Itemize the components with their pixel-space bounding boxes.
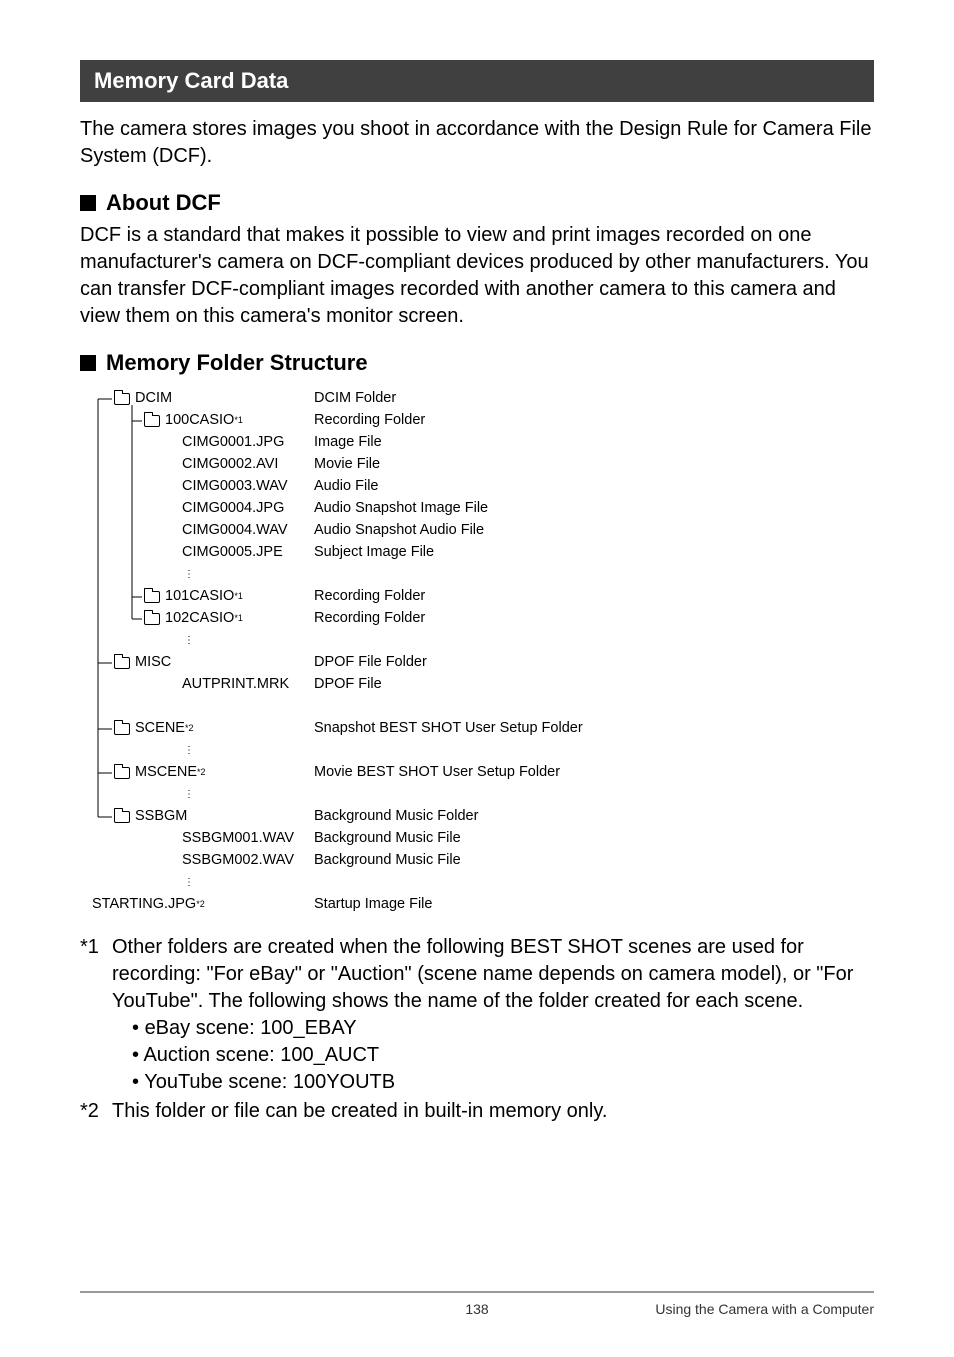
tree-item-desc: DPOF File [314, 674, 874, 696]
footnote-1: *1 Other folders are created when the fo… [80, 934, 874, 1096]
tree-item-desc: Startup Image File [314, 894, 874, 916]
tree-item-desc: Audio File [314, 476, 874, 498]
tree-vdots: ⋮ [84, 784, 874, 806]
folder-icon [144, 591, 160, 603]
footer-chapter-title: Using the Camera with a Computer [655, 1301, 874, 1317]
tree-row: CIMG0004.WAV Audio Snapshot Audio File [84, 520, 874, 542]
folder-icon [114, 723, 130, 735]
tree-row: CIMG0002.AVI Movie File [84, 454, 874, 476]
about-dcf-label: About DCF [106, 190, 221, 216]
tree-item-name: STARTING.JPG [92, 894, 196, 916]
tree-row: SSBGM002.WAV Background Music File [84, 850, 874, 872]
intro-paragraph: The camera stores images you shoot in ac… [80, 116, 874, 170]
tree-row: 101CASIO *1 Recording Folder [84, 586, 874, 608]
tree-row: CIMG0003.WAV Audio File [84, 476, 874, 498]
tree-item-desc: DCIM Folder [314, 388, 874, 410]
tree-item-name: CIMG0003.WAV [182, 476, 288, 498]
tree-item-desc: Movie File [314, 454, 874, 476]
footnote-1-bullet: Auction scene: 100_AUCT [112, 1042, 874, 1069]
folder-structure-label: Memory Folder Structure [106, 350, 368, 376]
tree-item-desc: Recording Folder [314, 586, 874, 608]
folder-icon [114, 393, 130, 405]
tree-item-desc: Snapshot BEST SHOT User Setup Folder [314, 718, 874, 740]
folder-icon [114, 767, 130, 779]
tree-row: CIMG0004.JPG Audio Snapshot Image File [84, 498, 874, 520]
tree-item-name: CIMG0004.JPG [182, 498, 284, 520]
square-bullet-icon [80, 195, 96, 211]
footnote-2-marker: *2 [80, 1098, 112, 1125]
footnote-2: *2 This folder or file can be created in… [80, 1098, 874, 1125]
tree-item-desc: Recording Folder [314, 608, 874, 630]
about-dcf-heading: About DCF [80, 190, 874, 216]
tree-row: AUTPRINT.MRK DPOF File [84, 674, 874, 696]
tree-item-name: 101CASIO [165, 586, 234, 608]
footnote-1-text: Other folders are created when the follo… [112, 934, 874, 1015]
tree-item-name: 102CASIO [165, 608, 234, 630]
tree-item-desc: Movie BEST SHOT User Setup Folder [314, 762, 874, 784]
tree-item-name: SSBGM [135, 806, 187, 828]
tree-item-name: MSCENE [135, 762, 197, 784]
tree-vdots: ⋮ [84, 740, 874, 762]
tree-item-desc: Subject Image File [314, 542, 874, 564]
tree-row: SSBGM Background Music Folder [84, 806, 874, 828]
tree-row: MSCENE *2 Movie BEST SHOT User Setup Fol… [84, 762, 874, 784]
tree-item-desc: Audio Snapshot Audio File [314, 520, 874, 542]
tree-row: 102CASIO *1 Recording Folder [84, 608, 874, 630]
tree-item-desc: Recording Folder [314, 410, 874, 432]
tree-vdots: ⋮ [84, 872, 874, 894]
page-number: 138 [465, 1301, 488, 1317]
square-bullet-icon [80, 355, 96, 371]
tree-item-desc: Background Music File [314, 850, 874, 872]
page-footer: 138 Using the Camera with a Computer [80, 1291, 874, 1317]
footnote-1-bullet: eBay scene: 100_EBAY [112, 1015, 874, 1042]
tree-row: STARTING.JPG *2 Startup Image File [84, 894, 874, 916]
tree-row: SSBGM001.WAV Background Music File [84, 828, 874, 850]
tree-item-name: CIMG0001.JPG [182, 432, 284, 454]
footnote-1-marker: *1 [80, 934, 112, 1096]
tree-item-name: CIMG0005.JPE [182, 542, 283, 564]
folder-icon [114, 811, 130, 823]
tree-item-desc: Background Music File [314, 828, 874, 850]
folder-structure-tree: DCIM DCIM Folder 100CASIO *1 Recording F… [84, 388, 874, 916]
footnote-1-bullet: YouTube scene: 100YOUTB [112, 1069, 874, 1096]
tree-item-desc: Audio Snapshot Image File [314, 498, 874, 520]
tree-row: CIMG0001.JPG Image File [84, 432, 874, 454]
tree-item-desc: DPOF File Folder [314, 652, 874, 674]
section-title: Memory Card Data [80, 60, 874, 102]
folder-icon [144, 613, 160, 625]
folder-structure-heading: Memory Folder Structure [80, 350, 874, 376]
tree-item-name: AUTPRINT.MRK [182, 674, 289, 696]
tree-item-name: CIMG0004.WAV [182, 520, 288, 542]
tree-item-name: CIMG0002.AVI [182, 454, 278, 476]
tree-row: DCIM DCIM Folder [84, 388, 874, 410]
tree-item-name: 100CASIO [165, 410, 234, 432]
tree-item-name: MISC [135, 652, 171, 674]
tree-item-name: SSBGM001.WAV [182, 828, 294, 850]
tree-item-desc: Background Music Folder [314, 806, 874, 828]
tree-vdots: ⋮ [84, 564, 874, 586]
footnotes: *1 Other folders are created when the fo… [80, 934, 874, 1125]
tree-vdots: ⋮ [84, 630, 874, 652]
folder-icon [114, 657, 130, 669]
tree-item-name: DCIM [135, 388, 172, 410]
folder-icon [144, 415, 160, 427]
tree-row: CIMG0005.JPE Subject Image File [84, 542, 874, 564]
tree-item-desc: Image File [314, 432, 874, 454]
tree-row: SCENE *2 Snapshot BEST SHOT User Setup F… [84, 718, 874, 740]
footnote-2-text: This folder or file can be created in bu… [112, 1098, 874, 1125]
about-dcf-text: DCF is a standard that makes it possible… [80, 222, 874, 330]
tree-row: MISC DPOF File Folder [84, 652, 874, 674]
tree-item-name: SCENE [135, 718, 185, 740]
tree-row: 100CASIO *1 Recording Folder [84, 410, 874, 432]
tree-item-name: SSBGM002.WAV [182, 850, 294, 872]
